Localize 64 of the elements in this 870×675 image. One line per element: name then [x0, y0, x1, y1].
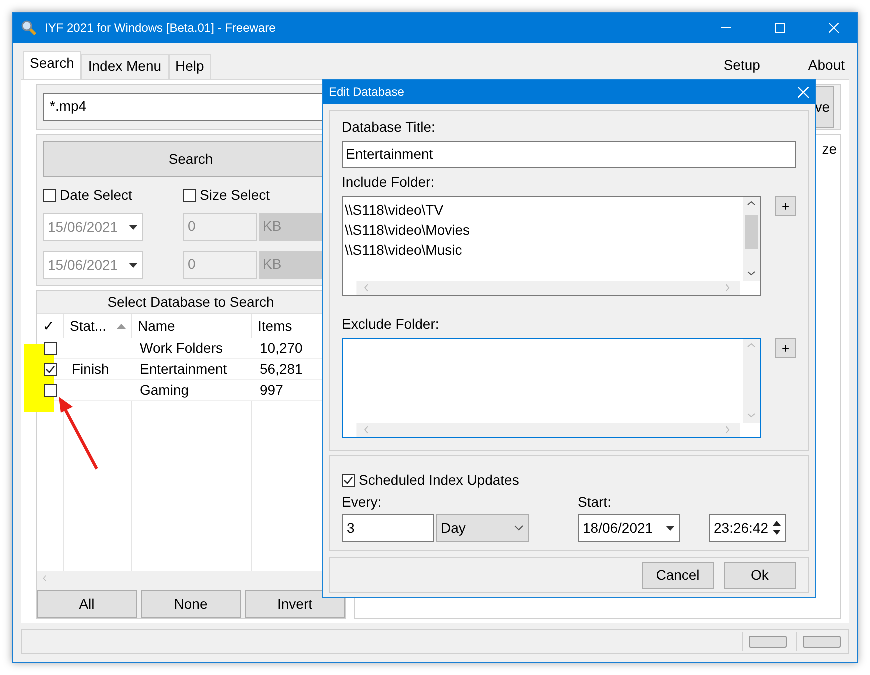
- unit-dropdown[interactable]: Day: [436, 514, 529, 542]
- magnifier-icon: [21, 20, 37, 36]
- caret-icon: [666, 526, 675, 530]
- checkbox[interactable]: [44, 342, 57, 354]
- status-indicator: [748, 636, 786, 648]
- table-cell-text: Work Folders: [139, 340, 224, 356]
- field-label: Exclude Folder:: [342, 316, 440, 332]
- field-label: Start:: [578, 494, 612, 510]
- checkbox[interactable]: [43, 188, 56, 202]
- exclude-folder-list[interactable]: [342, 338, 762, 438]
- maximize-icon[interactable]: [775, 23, 785, 33]
- dialog-button[interactable]: Cancel: [642, 562, 714, 588]
- include-folder-list[interactable]: \\S118\video\TV \\S118\video\Movies \\S118\video\Music: [342, 196, 762, 296]
- column-header[interactable]: ✓: [37, 314, 64, 338]
- title-field[interactable]: Entertainment: [342, 141, 796, 168]
- folder-path: \\S118\video\TV: [345, 201, 445, 220]
- tab[interactable]: Help: [168, 54, 212, 79]
- checkbox[interactable]: [44, 362, 57, 376]
- selection-button[interactable]: Invert: [245, 590, 345, 618]
- chevron-icon: [514, 525, 524, 531]
- panel-title: Select Database to Search: [106, 293, 276, 312]
- table-cell-text: Gaming: [139, 382, 190, 398]
- status-indicator: [802, 636, 840, 648]
- checkbox[interactable]: [342, 474, 355, 486]
- date-picker[interactable]: 18/06/2021: [578, 514, 680, 542]
- close-icon[interactable]: [798, 86, 809, 98]
- column-header[interactable]: Name: [132, 314, 252, 338]
- menu-item[interactable]: About: [808, 57, 845, 73]
- checkbox[interactable]: [183, 188, 196, 202]
- field-label: Database Title:: [342, 119, 436, 135]
- dialog-button[interactable]: Ok: [724, 562, 796, 588]
- interval-field[interactable]: 3: [342, 514, 434, 542]
- table-cell-text: 56,281: [259, 361, 304, 377]
- table-cell-text: 10,270: [259, 340, 304, 356]
- folder-path: \\S118\video\Music: [345, 241, 464, 260]
- menu-item[interactable]: Setup: [724, 57, 760, 73]
- window-title: IYF 2021 for Windows [Beta.01] - Freeware: [45, 21, 277, 35]
- column-header[interactable]: ze: [822, 141, 837, 612]
- selection-button[interactable]: None: [141, 590, 241, 618]
- tab[interactable]: Search: [23, 51, 82, 79]
- close-icon[interactable]: [829, 23, 839, 33]
- checkbox[interactable]: [44, 384, 57, 396]
- checkbox-label: Date Select: [60, 187, 132, 203]
- checkbox-label: Scheduled Index Updates: [359, 472, 520, 488]
- table-cell-text: 997: [259, 382, 284, 398]
- tab[interactable]: Index Menu: [81, 54, 169, 79]
- scrollbar[interactable]: [743, 339, 760, 423]
- time-field[interactable]: 23:26:42: [709, 514, 786, 542]
- caret-icon: [129, 224, 138, 230]
- column-header[interactable]: Stat...: [64, 314, 132, 338]
- add-button[interactable]: +: [775, 338, 796, 358]
- selection-button[interactable]: All: [37, 590, 137, 618]
- checkbox-label: Size Select: [200, 187, 270, 203]
- add-button[interactable]: +: [775, 196, 796, 216]
- spinner-icon: [773, 520, 781, 536]
- scrollbar[interactable]: [743, 197, 760, 281]
- folder-path: \\S118\video\Movies: [345, 221, 472, 240]
- field-label: Every:: [342, 494, 383, 510]
- table-cell-text: Finish: [71, 361, 110, 377]
- table-cell-text: Entertainment: [139, 361, 228, 377]
- field-label: Include Folder:: [342, 174, 436, 190]
- dialog-title: Edit Database: [329, 85, 406, 99]
- sort-arrow-icon: [116, 324, 126, 328]
- caret-icon: [129, 262, 138, 268]
